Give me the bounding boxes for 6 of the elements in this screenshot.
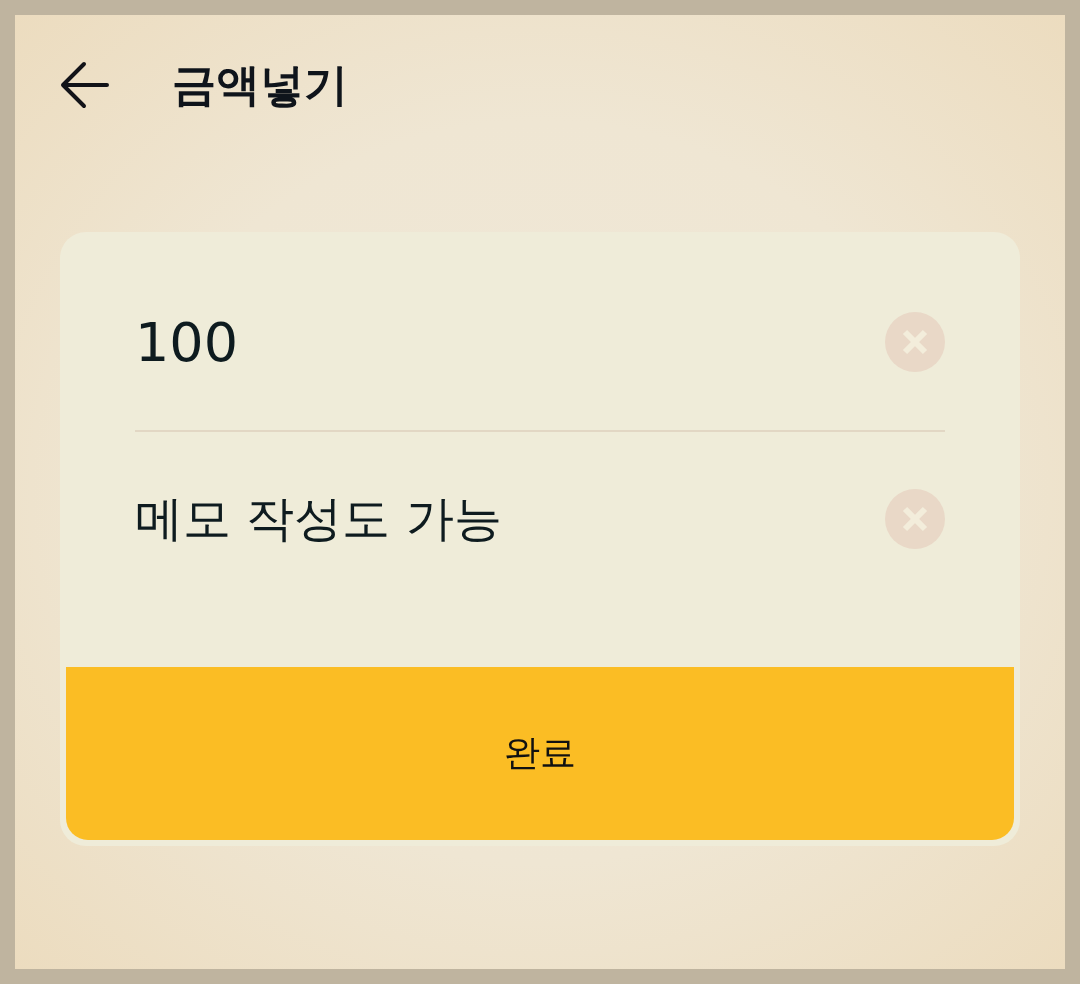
done-button[interactable]: 완료 [66,667,1014,840]
amount-field[interactable]: 100 [135,310,865,374]
memo-field[interactable]: 메모 작성도 가능 [135,487,865,551]
back-arrow-icon [59,61,109,109]
back-button[interactable] [59,61,109,109]
page-title: 금액넣기 [172,60,348,110]
